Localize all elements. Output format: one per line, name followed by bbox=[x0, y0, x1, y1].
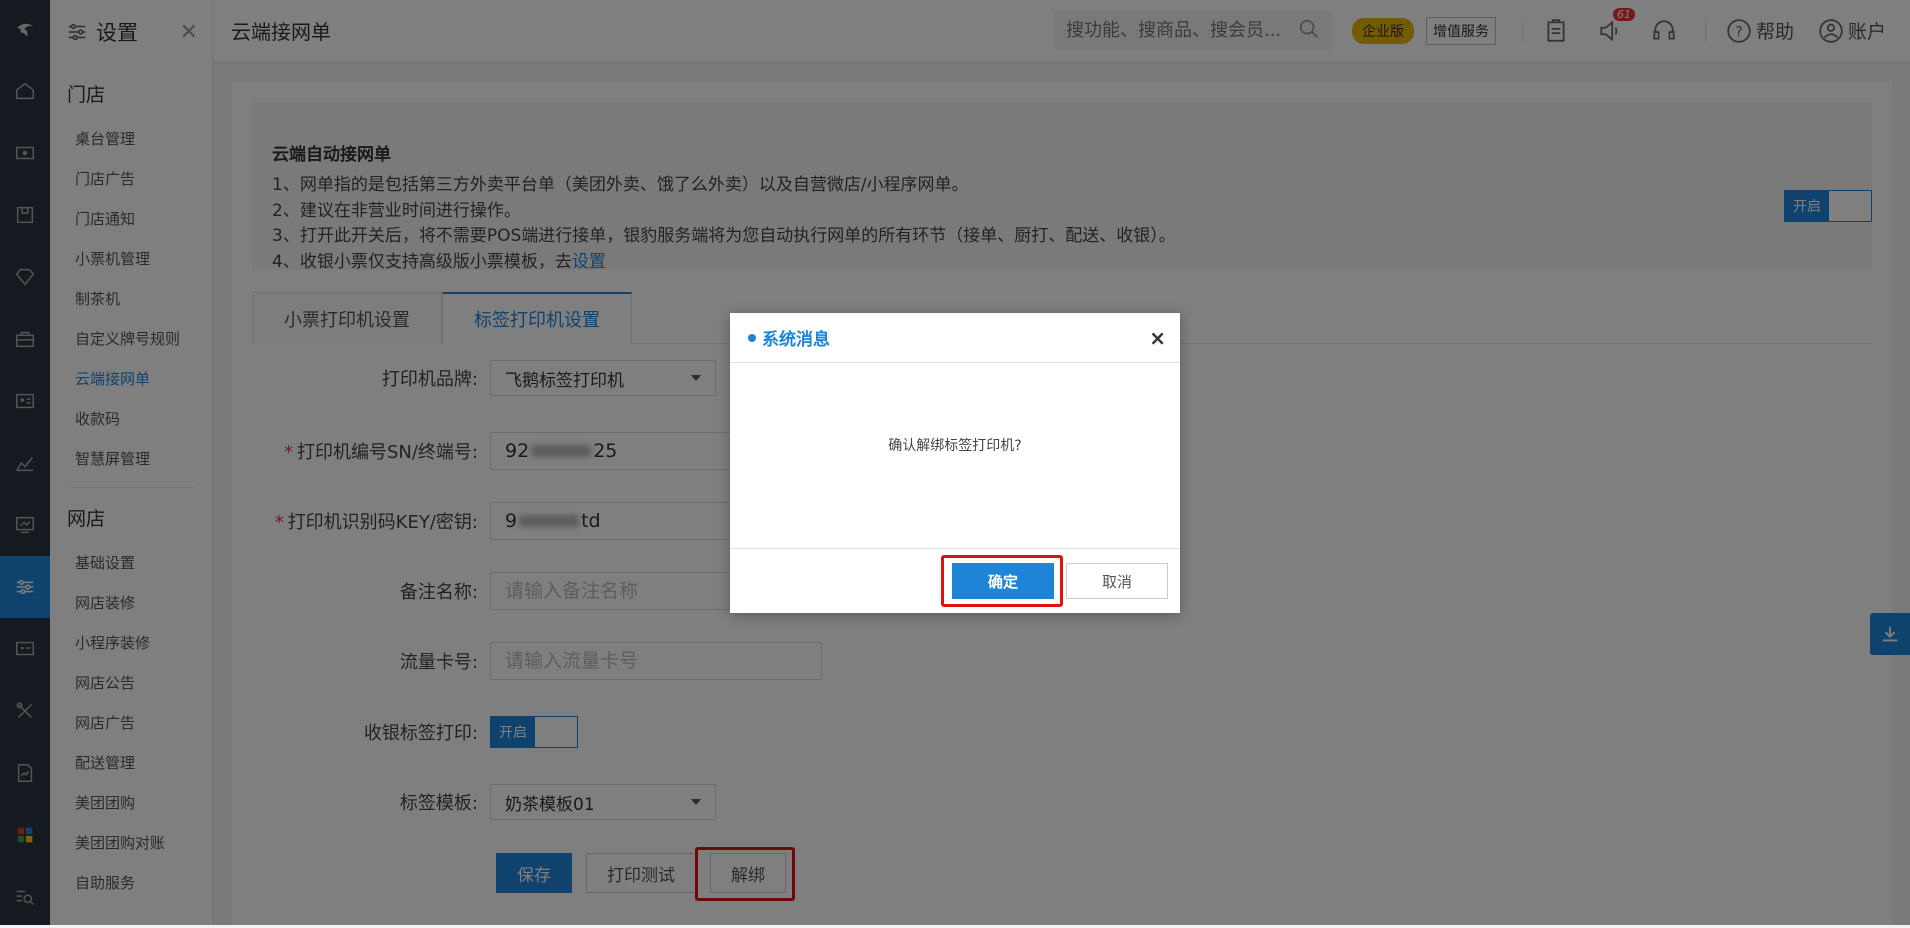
confirm-highlight bbox=[941, 555, 1063, 607]
close-icon[interactable]: × bbox=[1149, 326, 1166, 350]
dialog-title: 系统消息 bbox=[762, 330, 830, 350]
dialog-message: 确认解绑标签打印机? bbox=[888, 437, 1022, 454]
dialog-header: 系统消息 × bbox=[730, 313, 1180, 363]
title-dot-icon bbox=[748, 333, 756, 342]
cancel-button[interactable]: 取消 bbox=[1066, 563, 1168, 599]
